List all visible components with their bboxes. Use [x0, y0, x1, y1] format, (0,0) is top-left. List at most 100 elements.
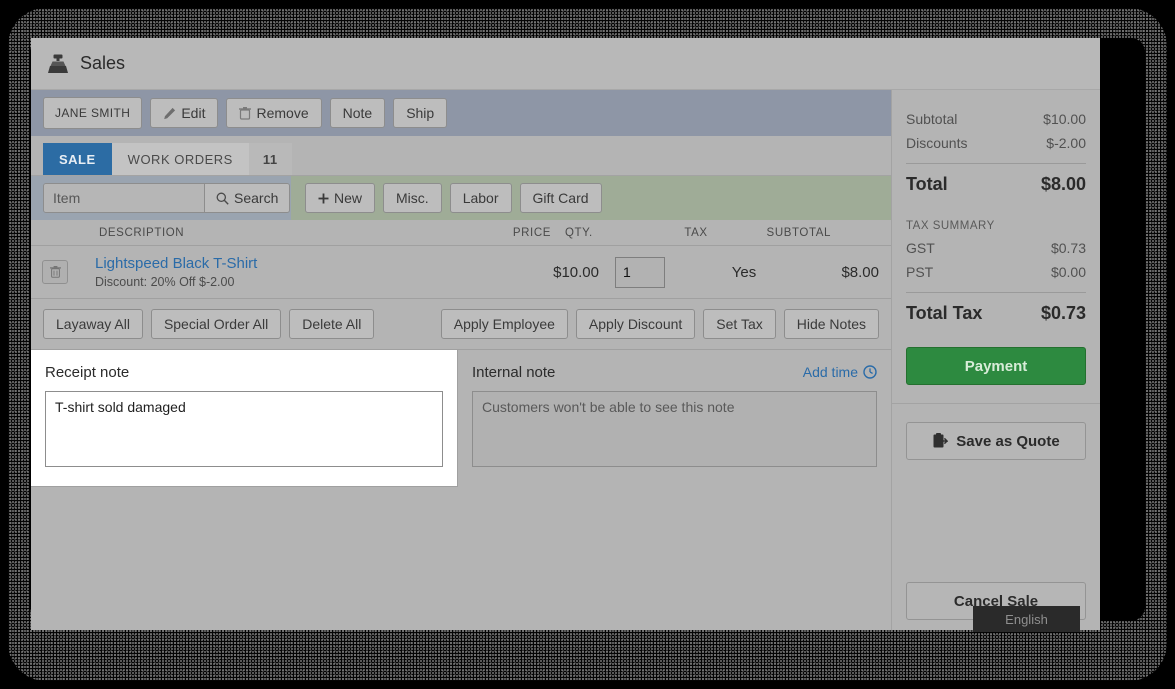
search-icon	[216, 192, 229, 205]
divider	[892, 403, 1100, 404]
total-value: $8.00	[1040, 174, 1086, 194]
table-row: Lightspeed Black T-Shirt Discount: 20% O…	[31, 246, 891, 299]
receipt-note-textarea[interactable]	[45, 391, 443, 467]
header-description: DESCRIPTION	[99, 226, 185, 239]
header-qty: QTY.	[565, 226, 593, 239]
total-tax-row: Total Tax $0.73	[906, 296, 1086, 331]
hide-notes-button[interactable]: Hide Notes	[783, 309, 879, 339]
delete-all-button[interactable]: Delete All	[289, 309, 375, 339]
divider	[906, 163, 1086, 164]
row-description-cell: Lightspeed Black T-Shirt Discount: 20% O…	[79, 255, 509, 289]
gift-card-button[interactable]: Gift Card	[519, 183, 602, 213]
line-item-actions: Layaway All Special Order All Delete All…	[31, 299, 891, 350]
customer-name-button[interactable]: JANE SMITH	[43, 97, 143, 129]
remove-customer-label: Remove	[256, 105, 309, 121]
discounts-value: $-2.00	[1046, 135, 1086, 151]
ship-button[interactable]: Ship	[393, 98, 448, 128]
add-time-label: Add time	[802, 364, 858, 380]
discounts-row: Discounts $-2.00	[906, 131, 1086, 155]
discounts-label: Discounts	[906, 135, 968, 151]
subtotal-label: Subtotal	[906, 111, 958, 127]
delete-line-item-button[interactable]	[42, 260, 68, 284]
actions-right-group: Apply Employee Apply Discount Set Tax Hi…	[440, 309, 879, 339]
labor-button[interactable]: Labor	[449, 183, 512, 213]
gst-value: $0.73	[1050, 240, 1086, 256]
line-item-subtotal: $8.00	[841, 263, 879, 281]
pst-row: PST $0.00	[906, 260, 1086, 284]
add-time-link[interactable]: Add time	[803, 364, 877, 380]
line-items-header: DESCRIPTION PRICE QTY. TAX SUBTOTAL	[31, 220, 891, 246]
screen-frame: Sales JANE SMITH Edit Remove Note Ship S…	[0, 0, 1175, 689]
work-orders-count: 11	[248, 143, 292, 175]
totals-sidebar: Subtotal $10.00 Discounts $-2.00 Total $…	[891, 90, 1100, 630]
titlebar: Sales	[31, 38, 1100, 90]
page-title: Sales	[80, 53, 126, 73]
set-tax-button[interactable]: Set Tax	[703, 309, 776, 339]
new-item-button[interactable]: New	[305, 183, 376, 213]
main-body: JANE SMITH Edit Remove Note Ship SALE WO…	[31, 90, 1100, 630]
total-label: Total	[906, 174, 948, 194]
customer-toolbar: JANE SMITH Edit Remove Note Ship	[31, 90, 891, 136]
sales-app-window: Sales JANE SMITH Edit Remove Note Ship S…	[31, 38, 1100, 630]
search-input[interactable]	[44, 184, 204, 212]
internal-note-textarea[interactable]	[472, 391, 877, 467]
edit-customer-label: Edit	[181, 105, 206, 121]
search-button[interactable]: Search	[204, 184, 290, 212]
tab-sale[interactable]: SALE	[43, 143, 112, 175]
header-price: PRICE	[512, 226, 551, 239]
quote-icon	[932, 433, 949, 449]
line-item-price: $10.00	[553, 263, 599, 281]
subtotal-value: $10.00	[1043, 111, 1086, 127]
internal-note-panel: Internal note Add time	[458, 350, 891, 487]
internal-note-header: Internal note Add time	[472, 362, 877, 382]
clock-icon	[863, 365, 877, 379]
save-as-quote-label: Save as Quote	[956, 432, 1060, 450]
layaway-all-button[interactable]: Layaway All	[43, 309, 143, 339]
gst-label: GST	[906, 240, 935, 256]
notes-row: Receipt note Internal note Add time	[31, 350, 891, 487]
sale-left-column: JANE SMITH Edit Remove Note Ship SALE WO…	[31, 90, 891, 630]
gst-row: GST $0.73	[906, 236, 1086, 260]
row-qty-cell	[599, 256, 689, 288]
cash-register-icon	[45, 52, 71, 76]
line-item-discount: Discount: 20% Off $-2.00	[95, 275, 235, 289]
search-box: Search	[43, 183, 291, 213]
tab-bar: SALE WORK ORDERS 11	[31, 136, 891, 176]
line-item-tax[interactable]: Yes	[689, 264, 799, 281]
misc-button[interactable]: Misc.	[383, 183, 442, 213]
pst-value: $0.00	[1050, 264, 1086, 280]
trash-icon	[239, 106, 252, 120]
line-item-name[interactable]: Lightspeed Black T-Shirt	[95, 255, 509, 272]
tax-summary-label: TAX SUMMARY	[906, 220, 995, 232]
trash-icon	[49, 266, 61, 278]
internal-note-label: Internal note	[472, 363, 556, 381]
special-order-all-button[interactable]: Special Order All	[150, 309, 282, 339]
receipt-note-panel: Receipt note	[31, 350, 458, 487]
actions-left-group: Layaway All Special Order All Delete All	[43, 309, 375, 339]
tab-work-orders[interactable]: WORK ORDERS	[111, 143, 249, 175]
note-button[interactable]: Note	[329, 98, 386, 128]
header-tax: TAX	[684, 226, 708, 239]
apply-discount-button[interactable]: Apply Discount	[575, 309, 696, 339]
total-tax-label: Total Tax	[906, 303, 983, 323]
receipt-note-label: Receipt note	[45, 363, 130, 381]
edit-customer-button[interactable]: Edit	[150, 98, 219, 128]
header-subtotal: SUBTOTAL	[766, 226, 831, 239]
divider	[906, 292, 1086, 293]
quick-add-area: New Misc. Labor Gift Card	[291, 176, 891, 220]
payment-button[interactable]: Payment	[906, 347, 1086, 385]
language-chip: English	[973, 606, 1080, 632]
new-item-label: New	[334, 190, 363, 206]
remove-customer-button[interactable]: Remove	[226, 98, 322, 128]
apply-employee-button[interactable]: Apply Employee	[440, 309, 568, 339]
subtotal-row: Subtotal $10.00	[906, 107, 1086, 131]
save-as-quote-button[interactable]: Save as Quote	[906, 422, 1086, 460]
pst-label: PST	[906, 264, 934, 280]
row-delete-cell	[31, 260, 79, 284]
total-row: Total $8.00	[906, 167, 1086, 202]
search-button-label: Search	[234, 190, 279, 206]
search-and-quickadd-row: Search New Misc. Labor Gift	[31, 176, 891, 220]
pencil-icon	[163, 107, 176, 120]
line-item-qty-input[interactable]	[615, 256, 665, 288]
search-area: Search	[31, 176, 291, 220]
